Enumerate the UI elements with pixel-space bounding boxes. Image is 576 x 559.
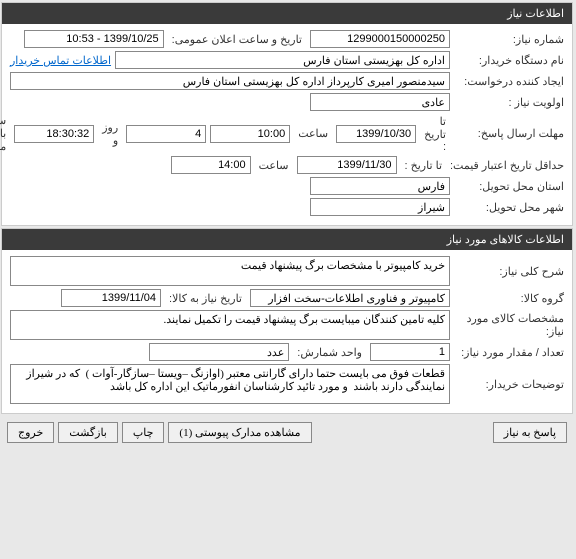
requester-label: ایجاد کننده درخواست: — [455, 75, 565, 88]
group-field[interactable] — [251, 289, 451, 307]
group-label: گروه کالا: — [455, 292, 565, 305]
panel2-header: اطلاعات کالاهای مورد نیاز — [3, 229, 573, 250]
province-label: استان محل تحویل: — [455, 180, 565, 193]
buyer-contact-link[interactable]: اطلاعات تماس خریدار — [11, 54, 112, 67]
desc-field[interactable] — [11, 256, 451, 286]
need-info-panel: اطلاعات نیاز شماره نیاز: تاریخ و ساعت اع… — [2, 2, 574, 226]
need-to-date-label: تاریخ نیاز به کالا: — [170, 292, 243, 305]
time-label-1: ساعت — [299, 127, 329, 140]
qty-field[interactable] — [371, 343, 451, 361]
priority-field[interactable] — [311, 93, 451, 111]
remain-label: ساعت باقی مانده — [0, 114, 7, 153]
goods-info-panel: اطلاعات کالاهای مورد نیاز شرح کلی نیاز: … — [2, 228, 574, 414]
unit-label: واحد شمارش: — [298, 346, 363, 359]
time-remain-field[interactable] — [15, 125, 95, 143]
province-field[interactable] — [311, 177, 451, 195]
need-no-label: شماره نیاز: — [455, 33, 565, 46]
days-remain-field[interactable] — [127, 125, 207, 143]
validity-date-field[interactable] — [298, 156, 398, 174]
to-date-label: تا تاریخ : — [425, 115, 447, 153]
attachments-button[interactable]: مشاهده مدارک پیوستی (1) — [169, 422, 312, 443]
city-field[interactable] — [311, 198, 451, 216]
pub-date-label: تاریخ و ساعت اعلان عمومی: — [173, 33, 303, 46]
unit-field[interactable] — [150, 343, 290, 361]
panel1-header: اطلاعات نیاز — [3, 3, 573, 24]
city-label: شهر محل تحویل: — [455, 201, 565, 214]
desc-label: شرح کلی نیاز: — [455, 265, 565, 278]
priority-label: اولویت نیاز : — [455, 96, 565, 109]
pub-date-field[interactable] — [25, 30, 165, 48]
deadline-label: مهلت ارسال پاسخ: — [455, 127, 565, 140]
spec-label: مشخصات کالای مورد نیاز: — [455, 312, 565, 338]
qty-label: تعداد / مقدار مورد نیاز: — [455, 346, 565, 359]
print-button[interactable]: چاپ — [123, 422, 166, 443]
buyer-org-label: نام دستگاه خریدار: — [455, 54, 565, 67]
requester-field[interactable] — [11, 72, 451, 90]
days-label: روز و — [103, 121, 119, 147]
back-button[interactable]: بازگشت — [59, 422, 119, 443]
spec-field[interactable] — [11, 310, 451, 340]
deadline-time-field[interactable] — [211, 125, 291, 143]
footer-bar: پاسخ به نیاز مشاهده مدارک پیوستی (1) چاپ… — [0, 416, 576, 449]
buyer-note-field[interactable] — [11, 364, 451, 404]
buyer-org-field[interactable] — [116, 51, 451, 69]
time-label-2: ساعت — [260, 159, 290, 172]
respond-button[interactable]: پاسخ به نیاز — [494, 422, 568, 443]
buyer-note-label: توضیحات خریدار: — [455, 378, 565, 391]
deadline-date-field[interactable] — [337, 125, 417, 143]
exit-button[interactable]: خروج — [8, 422, 55, 443]
validity-time-field[interactable] — [172, 156, 252, 174]
need-to-date-field[interactable] — [62, 289, 162, 307]
to-date-label-2: تا تاریخ : — [406, 159, 443, 172]
need-no-field[interactable] — [311, 30, 451, 48]
validity-label: حداقل تاریخ اعتبار قیمت: — [451, 159, 565, 172]
